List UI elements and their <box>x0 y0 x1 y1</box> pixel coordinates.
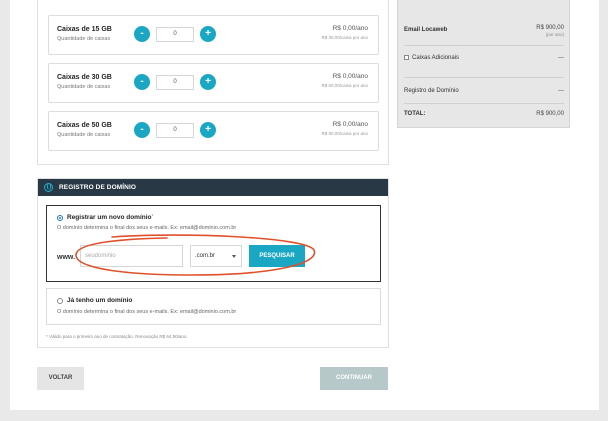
decrement-button[interactable]: - <box>134 122 150 138</box>
globe-icon <box>44 183 53 192</box>
existing-domain-description: O domínio determina o final dos seus e-m… <box>57 309 237 315</box>
summary-domain-label: Registro de Domínio <box>404 88 459 94</box>
quantity-stepper: - 0 + <box>134 122 216 138</box>
box-name: Caixas de 15 GB <box>57 26 112 33</box>
back-button[interactable]: VOLTAR <box>37 367 84 390</box>
quantity-input[interactable]: 0 <box>156 26 194 42</box>
checkbox-icon <box>404 55 409 60</box>
tld-select[interactable]: .com.br <box>190 245 242 267</box>
box-sub: Quantidade de caixas <box>57 132 111 138</box>
summary-row-domain: Registro de Domínio --- <box>404 78 564 104</box>
increment-button[interactable]: + <box>200 26 216 42</box>
summary-row-extra-boxes: Caixas Adicionais --- <box>404 46 564 78</box>
summary-row-total: TOTAL: R$ 900,00 <box>404 104 564 124</box>
box-price: R$ 0,00/ano <box>332 121 368 128</box>
summary-row-product: Email Locaweb R$ 900,00 (por ano) <box>404 20 564 46</box>
box-unit-price: R$ 60,00/caixa por ano <box>321 83 368 88</box>
box-sub: Quantidade de caixas <box>57 36 111 42</box>
quantity-stepper: - 0 + <box>134 74 216 90</box>
box-unit-price: R$ 30,00/caixa por ano <box>321 35 368 40</box>
summary-product-period: (por ano) <box>545 32 564 37</box>
existing-domain-radio[interactable] <box>57 298 63 304</box>
summary-total-value: R$ 900,00 <box>536 111 564 117</box>
existing-domain-label: Já tenho um domínio <box>67 297 133 304</box>
quantity-input[interactable]: 0 <box>156 74 194 90</box>
domain-search-input[interactable]: seudominio <box>80 245 183 267</box>
box-price: R$ 0,00/ano <box>332 73 368 80</box>
new-domain-label: Registrar um novo domínio* <box>67 214 154 221</box>
summary-product-label: Email Locaweb <box>404 27 448 33</box>
increment-button[interactable]: + <box>200 122 216 138</box>
www-prefix: www. <box>57 254 76 261</box>
order-summary: Email Locaweb R$ 900,00 (por ano) Caixas… <box>397 0 570 128</box>
existing-domain-option[interactable]: Já tenho um domínio O domínio determina … <box>46 288 381 325</box>
continue-button[interactable]: CONTINUAR <box>320 367 388 390</box>
summary-domain-value: --- <box>558 88 564 94</box>
box-sub: Quantidade de caixas <box>57 84 111 90</box>
increment-button[interactable]: + <box>200 74 216 90</box>
quantity-input[interactable]: 0 <box>156 122 194 138</box>
additional-boxes-card: Caixas de 15 GB Quantidade de caixas - 0… <box>37 0 389 165</box>
new-domain-radio[interactable] <box>57 215 63 221</box>
summary-extra-boxes-label: Caixas Adicionais <box>404 55 459 61</box>
new-domain-option[interactable]: Registrar um novo domínio* O domínio det… <box>46 205 381 282</box>
box-row-30gb: Caixas de 30 GB Quantidade de caixas - 0… <box>48 63 379 103</box>
box-price: R$ 0,00/ano <box>332 25 368 32</box>
new-domain-description: O domínio determina o final dos seus e-m… <box>57 225 237 231</box>
domain-registration-card: REGISTRO DE DOMÍNIO Registrar um novo do… <box>37 178 389 348</box>
summary-total-label: TOTAL: <box>404 111 426 117</box>
summary-extra-boxes-value: --- <box>558 55 564 61</box>
summary-product-value: R$ 900,00 <box>536 25 564 31</box>
box-row-50gb: Caixas de 50 GB Quantidade de caixas - 0… <box>48 111 379 151</box>
search-domain-button[interactable]: PESQUISAR <box>249 245 305 267</box>
domain-header: REGISTRO DE DOMÍNIO <box>38 179 388 196</box>
chevron-down-icon <box>232 255 236 258</box>
domain-header-title: REGISTRO DE DOMÍNIO <box>59 184 137 191</box>
box-unit-price: R$ 90,00/caixa por ano <box>321 131 368 136</box>
quantity-stepper: - 0 + <box>134 26 216 42</box>
tld-selected-value: .com.br <box>195 253 216 259</box>
box-row-15gb: Caixas de 15 GB Quantidade de caixas - 0… <box>48 15 379 55</box>
box-name: Caixas de 50 GB <box>57 122 112 129</box>
decrement-button[interactable]: - <box>134 74 150 90</box>
decrement-button[interactable]: - <box>134 26 150 42</box>
box-name: Caixas de 30 GB <box>57 74 112 81</box>
domain-footnote: * Válido para o primeiro ano de contrata… <box>46 334 188 339</box>
page: Caixas de 15 GB Quantidade de caixas - 0… <box>10 0 599 410</box>
